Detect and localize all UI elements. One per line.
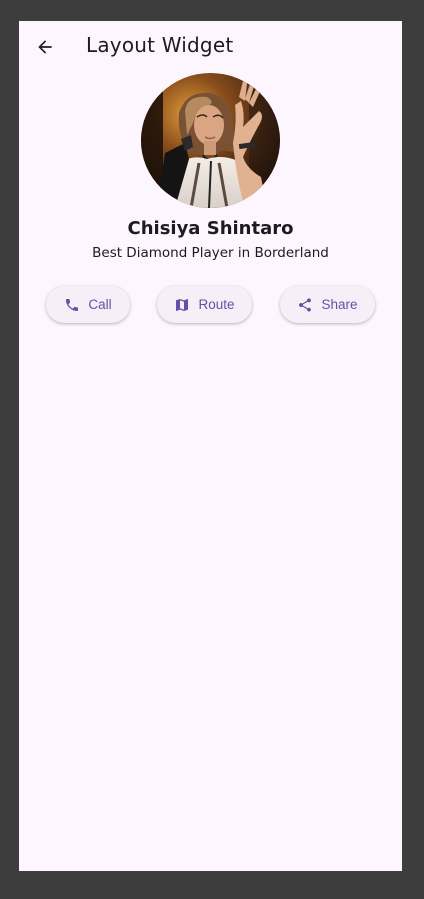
phone-icon: [64, 297, 80, 313]
call-button[interactable]: Call: [46, 286, 130, 323]
route-label: Route: [198, 297, 235, 312]
profile-name: Chisiya Shintaro: [127, 218, 294, 239]
share-button[interactable]: Share: [280, 286, 375, 323]
call-label: Call: [88, 297, 112, 312]
page-title: Layout Widget: [86, 33, 234, 57]
share-label: Share: [321, 297, 358, 312]
avatar: [141, 73, 280, 208]
arrow-back-icon: [38, 40, 52, 54]
share-icon: [297, 297, 313, 313]
back-button[interactable]: [31, 33, 59, 61]
profile-subtitle: Best Diamond Player in Borderland: [92, 245, 329, 261]
app-bar: Layout Widget: [19, 21, 402, 71]
route-button[interactable]: Route: [157, 286, 252, 323]
map-icon: [174, 297, 190, 313]
app-screen: Layout Widget Chisiya Shintaro Best Diam…: [19, 21, 402, 871]
profile-photo: [141, 73, 280, 208]
